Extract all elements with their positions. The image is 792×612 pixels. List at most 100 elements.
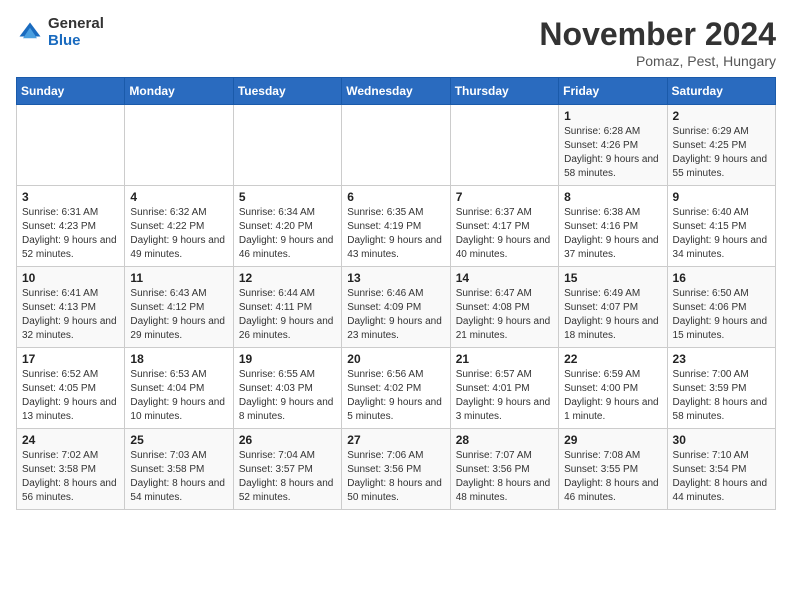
calendar-cell: 11 Sunrise: 6:43 AM Sunset: 4:12 PM Dayli… (125, 267, 233, 348)
day-info: Sunrise: 7:04 AM Sunset: 3:57 PM Dayligh… (239, 449, 336, 505)
day-number: 3 (22, 190, 119, 204)
day-number: 2 (673, 109, 770, 123)
day-info: Sunrise: 6:56 AM Sunset: 4:02 PM Dayligh… (347, 368, 444, 424)
day-info: Sunrise: 7:00 AM Sunset: 3:59 PM Dayligh… (673, 368, 770, 424)
calendar-cell: 28 Sunrise: 7:07 AM Sunset: 3:56 PM Dayli… (450, 429, 558, 510)
logo-blue-label: Blue (48, 33, 104, 50)
day-info: Sunrise: 6:41 AM Sunset: 4:13 PM Dayligh… (22, 287, 119, 343)
calendar-week-row: 1Sunrise: 6:28 AM Sunset: 4:26 PM Daylig… (17, 105, 776, 186)
day-info: Sunrise: 7:10 AM Sunset: 3:54 PM Dayligh… (673, 449, 770, 505)
day-info: Sunrise: 6:37 AM Sunset: 4:17 PM Dayligh… (456, 206, 553, 262)
location-subtitle: Pomaz, Pest, Hungary (539, 53, 776, 69)
day-number: 30 (673, 433, 770, 447)
logo: General Blue (16, 16, 104, 49)
day-number: 16 (673, 271, 770, 285)
column-header-wednesday: Wednesday (342, 78, 450, 105)
calendar-cell: 12Sunrise: 6:44 AM Sunset: 4:11 PM Dayli… (233, 267, 341, 348)
day-info: Sunrise: 6:44 AM Sunset: 4:11 PM Dayligh… (239, 287, 336, 343)
calendar-week-row: 10 Sunrise: 6:41 AM Sunset: 4:13 PM Dayli… (17, 267, 776, 348)
title-area: November 2024 Pomaz, Pest, Hungary (539, 16, 776, 69)
day-number: 13 (347, 271, 444, 285)
header: General Blue November 2024 Pomaz, Pest, … (16, 16, 776, 69)
calendar-table: SundayMondayTuesdayWednesdayThursdayFrid… (16, 77, 776, 510)
calendar-cell: 3 Sunrise: 6:31 AM Sunset: 4:23 PM Daylig… (17, 186, 125, 267)
day-number: 19 (239, 352, 336, 366)
calendar-cell: 24Sunrise: 7:02 AM Sunset: 3:58 PM Dayli… (17, 429, 125, 510)
calendar-cell: 5 Sunrise: 6:34 AM Sunset: 4:20 PM Daylig… (233, 186, 341, 267)
calendar-cell: 26 Sunrise: 7:04 AM Sunset: 3:57 PM Dayli… (233, 429, 341, 510)
calendar-cell: 18Sunrise: 6:53 AM Sunset: 4:04 PM Dayli… (125, 348, 233, 429)
calendar-cell: 25 Sunrise: 7:03 AM Sunset: 3:58 PM Dayli… (125, 429, 233, 510)
day-number: 1 (564, 109, 661, 123)
day-info: Sunrise: 7:07 AM Sunset: 3:56 PM Dayligh… (456, 449, 553, 505)
day-info: Sunrise: 6:49 AM Sunset: 4:07 PM Dayligh… (564, 287, 661, 343)
day-number: 23 (673, 352, 770, 366)
month-title: November 2024 (539, 16, 776, 53)
calendar-cell: 21Sunrise: 6:57 AM Sunset: 4:01 PM Dayli… (450, 348, 558, 429)
calendar-cell: 19 Sunrise: 6:55 AM Sunset: 4:03 PM Dayli… (233, 348, 341, 429)
calendar-cell (17, 105, 125, 186)
day-info: Sunrise: 7:06 AM Sunset: 3:56 PM Dayligh… (347, 449, 444, 505)
day-number: 21 (456, 352, 553, 366)
day-number: 24 (22, 433, 119, 447)
day-number: 28 (456, 433, 553, 447)
day-number: 26 (239, 433, 336, 447)
day-number: 17 (22, 352, 119, 366)
calendar-cell: 14Sunrise: 6:47 AM Sunset: 4:08 PM Dayli… (450, 267, 558, 348)
day-number: 8 (564, 190, 661, 204)
calendar-cell: 2 Sunrise: 6:29 AM Sunset: 4:25 PM Daylig… (667, 105, 775, 186)
calendar-cell: 29Sunrise: 7:08 AM Sunset: 3:55 PM Dayli… (559, 429, 667, 510)
calendar-cell: 22 Sunrise: 6:59 AM Sunset: 4:00 PM Dayli… (559, 348, 667, 429)
day-info: Sunrise: 6:46 AM Sunset: 4:09 PM Dayligh… (347, 287, 444, 343)
day-info: Sunrise: 6:38 AM Sunset: 4:16 PM Dayligh… (564, 206, 661, 262)
day-info: Sunrise: 6:35 AM Sunset: 4:19 PM Dayligh… (347, 206, 444, 262)
calendar-cell: 20 Sunrise: 6:56 AM Sunset: 4:02 PM Dayli… (342, 348, 450, 429)
day-info: Sunrise: 6:55 AM Sunset: 4:03 PM Dayligh… (239, 368, 336, 424)
calendar-cell: 8 Sunrise: 6:38 AM Sunset: 4:16 PM Daylig… (559, 186, 667, 267)
day-number: 7 (456, 190, 553, 204)
column-header-thursday: Thursday (450, 78, 558, 105)
day-number: 20 (347, 352, 444, 366)
calendar-cell: 6 Sunrise: 6:35 AM Sunset: 4:19 PM Daylig… (342, 186, 450, 267)
day-number: 6 (347, 190, 444, 204)
day-info: Sunrise: 6:52 AM Sunset: 4:05 PM Dayligh… (22, 368, 119, 424)
day-number: 4 (130, 190, 227, 204)
logo-general-label: General (48, 16, 104, 33)
calendar-cell: 4 Sunrise: 6:32 AM Sunset: 4:22 PM Daylig… (125, 186, 233, 267)
calendar-cell: 23 Sunrise: 7:00 AM Sunset: 3:59 PM Dayli… (667, 348, 775, 429)
day-number: 25 (130, 433, 227, 447)
calendar-cell: 13 Sunrise: 6:46 AM Sunset: 4:09 PM Dayli… (342, 267, 450, 348)
day-info: Sunrise: 6:53 AM Sunset: 4:04 PM Dayligh… (130, 368, 227, 424)
day-number: 9 (673, 190, 770, 204)
day-number: 11 (130, 271, 227, 285)
column-header-saturday: Saturday (667, 78, 775, 105)
day-info: Sunrise: 6:32 AM Sunset: 4:22 PM Dayligh… (130, 206, 227, 262)
calendar-cell: 9Sunrise: 6:40 AM Sunset: 4:15 PM Daylig… (667, 186, 775, 267)
day-number: 29 (564, 433, 661, 447)
calendar-cell: 15Sunrise: 6:49 AM Sunset: 4:07 PM Dayli… (559, 267, 667, 348)
logo-icon (16, 19, 44, 47)
day-info: Sunrise: 6:31 AM Sunset: 4:23 PM Dayligh… (22, 206, 119, 262)
calendar-cell (342, 105, 450, 186)
calendar-header-row: SundayMondayTuesdayWednesdayThursdayFrid… (17, 78, 776, 105)
day-info: Sunrise: 6:29 AM Sunset: 4:25 PM Dayligh… (673, 125, 770, 181)
day-info: Sunrise: 6:59 AM Sunset: 4:00 PM Dayligh… (564, 368, 661, 424)
day-number: 10 (22, 271, 119, 285)
day-info: Sunrise: 6:34 AM Sunset: 4:20 PM Dayligh… (239, 206, 336, 262)
calendar-cell: 16 Sunrise: 6:50 AM Sunset: 4:06 PM Dayli… (667, 267, 775, 348)
calendar-cell: 17 Sunrise: 6:52 AM Sunset: 4:05 PM Dayli… (17, 348, 125, 429)
day-info: Sunrise: 6:50 AM Sunset: 4:06 PM Dayligh… (673, 287, 770, 343)
calendar-cell: 10 Sunrise: 6:41 AM Sunset: 4:13 PM Dayli… (17, 267, 125, 348)
day-info: Sunrise: 6:43 AM Sunset: 4:12 PM Dayligh… (130, 287, 227, 343)
day-info: Sunrise: 7:03 AM Sunset: 3:58 PM Dayligh… (130, 449, 227, 505)
calendar-week-row: 17 Sunrise: 6:52 AM Sunset: 4:05 PM Dayli… (17, 348, 776, 429)
calendar-cell: 7 Sunrise: 6:37 AM Sunset: 4:17 PM Daylig… (450, 186, 558, 267)
logo-text: General Blue (48, 16, 104, 49)
column-header-friday: Friday (559, 78, 667, 105)
day-info: Sunrise: 6:47 AM Sunset: 4:08 PM Dayligh… (456, 287, 553, 343)
day-number: 22 (564, 352, 661, 366)
column-header-tuesday: Tuesday (233, 78, 341, 105)
calendar-week-row: 3 Sunrise: 6:31 AM Sunset: 4:23 PM Daylig… (17, 186, 776, 267)
day-number: 5 (239, 190, 336, 204)
calendar-cell: 30 Sunrise: 7:10 AM Sunset: 3:54 PM Dayli… (667, 429, 775, 510)
